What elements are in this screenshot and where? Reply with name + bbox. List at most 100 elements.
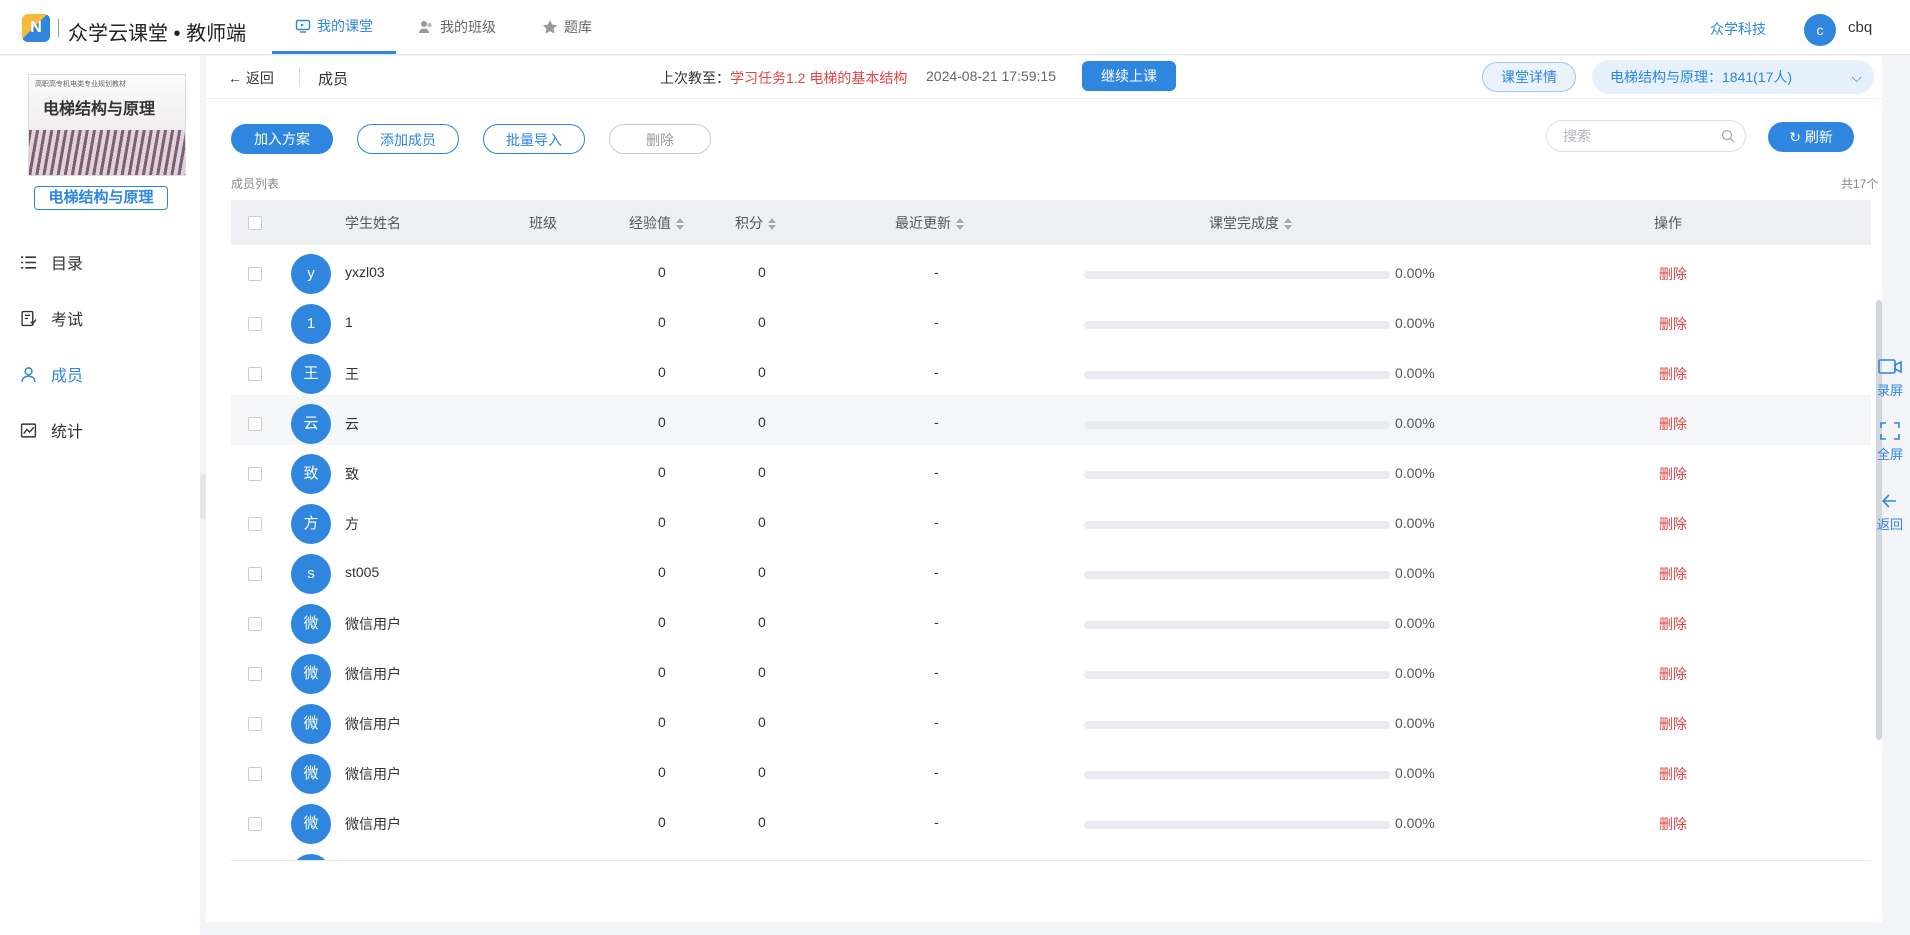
sidebar-item-members[interactable]: 成员 <box>20 362 83 386</box>
row-checkbox[interactable] <box>248 317 262 331</box>
completion-bar <box>1084 571 1390 579</box>
continue-class-button[interactable]: 继续上课 <box>1082 61 1176 91</box>
delete-member-link[interactable]: 删除 <box>1659 264 1687 284</box>
delete-member-link[interactable]: 删除 <box>1659 764 1687 784</box>
sidebar-item-catalog[interactable]: 目录 <box>20 250 83 274</box>
fullscreen-button[interactable]: 全屏 <box>1870 420 1910 463</box>
batch-import-button[interactable]: 批量导入 <box>483 124 585 154</box>
student-points: 0 <box>758 314 766 330</box>
completion-percent: 0.00% <box>1395 415 1435 431</box>
student-points: 0 <box>758 614 766 630</box>
search-icon[interactable] <box>1721 129 1735 143</box>
table-header: 学生姓名 班级 经验值 积分 最近更新 课堂完成度 操作 <box>231 200 1871 245</box>
breadcrumb: 成员 <box>318 71 349 88</box>
row-checkbox[interactable] <box>248 467 262 481</box>
row-checkbox[interactable] <box>248 817 262 831</box>
last-taught-lesson[interactable]: 学习任务1.2 电梯的基本结构 <box>730 70 907 86</box>
add-member-button[interactable]: 添加成员 <box>357 124 459 154</box>
refresh-button[interactable]: ↻ 刷新 <box>1768 122 1854 152</box>
delete-member-link[interactable]: 删除 <box>1659 414 1687 434</box>
student-points: 0 <box>758 764 766 780</box>
delete-member-link[interactable]: 删除 <box>1659 714 1687 734</box>
return-button[interactable]: 返回 <box>1870 490 1910 533</box>
table-body: y yxzl03 0 0-0.00% 删除 1 1 0 0-0.00% 删除王王 0 0-0.00% 删… <box>231 245 1871 860</box>
sidebar-item-exam[interactable]: 考试 <box>20 306 83 330</box>
student-points: 0 <box>758 814 766 830</box>
table-row[interactable]: 云云 0 0 - 0.00% 删除 <box>231 395 1871 445</box>
user-name[interactable]: cbq <box>1848 19 1872 36</box>
sort-icon[interactable] <box>1284 218 1292 231</box>
delete-member-link[interactable]: 删除 <box>1659 664 1687 684</box>
table-row[interactable]: 王王 0 0 - 0.00% 删除 <box>231 345 1871 395</box>
row-checkbox[interactable] <box>248 767 262 781</box>
row-checkbox[interactable] <box>248 667 262 681</box>
row-checkbox[interactable] <box>248 517 262 531</box>
col-points[interactable]: 积分 <box>735 213 776 233</box>
delete-member-link[interactable]: 删除 <box>1659 614 1687 634</box>
delete-member-link[interactable]: 删除 <box>1659 364 1687 384</box>
table-row[interactable]: 微微信用户 0 0 - 0.00% 删除 <box>231 745 1871 795</box>
search-input[interactable] <box>1561 127 1715 145</box>
table-row[interactable]: 微微信用户 0 0 - 0.00% 删除 <box>231 695 1871 745</box>
student-points: 0 <box>758 514 766 530</box>
student-exp: 0 <box>658 614 666 630</box>
list-icon <box>21 255 36 269</box>
sidebar: 高职高专机电类专业规划教材 电梯结构与原理 电梯结构与原理 目录 考试 成员 统… <box>0 56 200 935</box>
student-exp: 0 <box>658 714 666 730</box>
tab-my-classroom[interactable]: 我的课堂 <box>272 0 396 54</box>
col-class: 班级 <box>529 215 557 231</box>
col-exp[interactable]: 经验值 <box>629 213 684 233</box>
row-checkbox[interactable] <box>248 567 262 581</box>
sort-icon[interactable] <box>676 218 684 231</box>
delete-member-link[interactable]: 删除 <box>1659 814 1687 834</box>
table-row[interactable]: 微微信用户 0 0 - 0.00% 删除 <box>231 595 1871 645</box>
row-checkbox[interactable] <box>248 417 262 431</box>
class-select-value: 电梯结构与原理：1841(17人) <box>1610 69 1793 85</box>
select-all-checkbox[interactable] <box>248 216 262 230</box>
tab-question-bank[interactable]: 题库 <box>542 0 592 54</box>
brand-link[interactable]: 众学科技 <box>1710 19 1766 39</box>
table-row[interactable]: y yxzl03 0 0 - 0.00% 删除 <box>231 245 1871 295</box>
delete-member-link[interactable]: 删除 <box>1659 314 1687 334</box>
table-row[interactable]: 微微信用户 0 0 - 0.00% 删除 <box>231 795 1871 845</box>
row-checkbox[interactable] <box>248 367 262 381</box>
back-arrow-icon <box>1881 494 1896 508</box>
back-button[interactable]: ← 返回 <box>228 68 274 88</box>
completion-bar <box>1084 371 1390 379</box>
completion-bar <box>1084 471 1390 479</box>
class-detail-button[interactable]: 课堂详情 <box>1482 62 1576 92</box>
student-updated: - <box>934 464 939 480</box>
student-updated: - <box>934 614 939 630</box>
sort-icon[interactable] <box>956 218 964 231</box>
student-exp: 0 <box>658 364 666 380</box>
completion-percent: 0.00% <box>1395 815 1435 831</box>
class-select[interactable]: 电梯结构与原理：1841(17人) ⌵ <box>1592 60 1874 94</box>
sidebar-item-statistics[interactable]: 统计 <box>20 418 83 442</box>
add-to-plan-button[interactable]: 加入方案 <box>231 124 333 154</box>
delete-button[interactable]: 删除 <box>609 124 711 154</box>
table-row[interactable]: 微微信用户 0 0 - 0.00% 删除 <box>231 645 1871 695</box>
table-row[interactable]: 方方 0 0 - 0.00% 删除 <box>231 495 1871 545</box>
table-row[interactable]: s st005 0 0 - 0.00% 删除 <box>231 545 1871 595</box>
delete-member-link[interactable]: 删除 <box>1659 514 1687 534</box>
completion-bar <box>1084 821 1390 829</box>
col-completion[interactable]: 课堂完成度 <box>1209 213 1292 233</box>
person-icon <box>21 366 36 382</box>
table-row[interactable]: 致致 0 0 - 0.00% 删除 <box>231 445 1871 495</box>
tab-my-class[interactable]: 我的班级 <box>418 0 496 54</box>
sort-icon[interactable] <box>768 218 776 231</box>
table-row[interactable]: 微 <box>231 845 1871 860</box>
row-checkbox[interactable] <box>248 617 262 631</box>
app-logo-icon: N <box>22 14 50 42</box>
col-exp-label: 经验值 <box>629 215 671 231</box>
record-screen-button[interactable]: 录屏 <box>1870 356 1910 399</box>
row-checkbox[interactable] <box>248 717 262 731</box>
delete-member-link[interactable]: 删除 <box>1659 464 1687 484</box>
row-checkbox[interactable] <box>248 267 262 281</box>
col-updated[interactable]: 最近更新 <box>895 213 964 233</box>
delete-member-link[interactable]: 删除 <box>1659 564 1687 584</box>
table-row[interactable]: 1 1 0 0 - 0.00% 删除 <box>231 295 1871 345</box>
star-icon <box>542 20 558 34</box>
student-name: 微信用户 <box>345 616 401 632</box>
user-avatar[interactable]: c <box>1804 14 1836 46</box>
